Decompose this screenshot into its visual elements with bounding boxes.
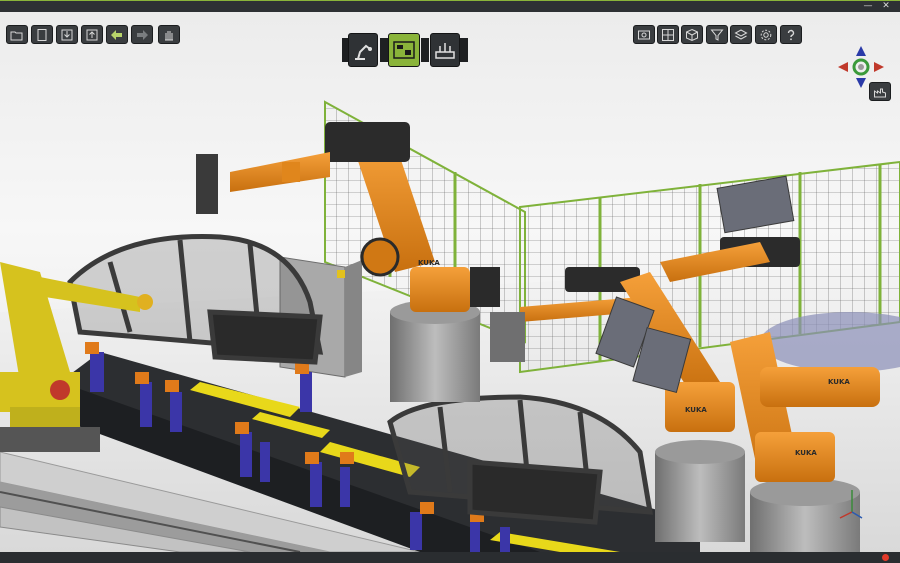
import-button[interactable] <box>56 25 78 44</box>
folder-open-icon <box>10 31 23 40</box>
filter-icon <box>710 29 724 41</box>
hand-icon <box>165 30 173 40</box>
simulation-icon <box>435 43 455 59</box>
kuka-label-rear: KUKA <box>795 449 817 457</box>
screenshot-button[interactable] <box>633 25 655 44</box>
undo-button[interactable] <box>106 25 128 44</box>
grid-icon <box>662 28 674 41</box>
robot-mode-button[interactable] <box>348 33 378 67</box>
export-button[interactable] <box>81 25 103 44</box>
close-button[interactable]: ✕ <box>880 1 892 12</box>
layers-button[interactable] <box>730 25 752 44</box>
robot-cell-scene: KUKA KUKA KUKA KUKA <box>0 100 900 552</box>
kuka-label-center: KUKA <box>418 259 440 267</box>
minimize-button[interactable]: — <box>862 1 874 12</box>
nav-right-arrow-icon[interactable] <box>874 62 884 72</box>
redo-button[interactable] <box>131 25 153 44</box>
export-icon <box>86 29 98 40</box>
camera-icon <box>638 30 650 39</box>
arrow-left-icon <box>111 29 122 40</box>
mode-separator-1 <box>380 38 388 62</box>
question-icon <box>787 29 795 40</box>
gear-icon <box>760 29 772 40</box>
recording-indicator <box>882 554 889 561</box>
open-folder-button[interactable] <box>6 25 28 44</box>
simulation-mode-button[interactable] <box>430 33 460 67</box>
nav-up-arrow-icon[interactable] <box>856 46 866 56</box>
kuka-label-right: KUKA <box>685 406 707 414</box>
kuka-label-far: KUKA <box>828 378 850 386</box>
mode-switch-right-cap <box>460 38 468 62</box>
cube-icon <box>686 28 698 41</box>
nav-down-arrow-icon[interactable] <box>856 78 866 88</box>
application-window: — ✕ KUKA KUKA KUKA KUKA <box>0 0 900 563</box>
title-bar: — ✕ <box>0 0 900 12</box>
help-button[interactable] <box>780 25 802 44</box>
cell-layout-icon <box>393 41 415 59</box>
import-icon <box>61 29 73 40</box>
settings-button[interactable] <box>755 25 777 44</box>
robot-arm-icon <box>355 44 372 60</box>
layers-icon <box>734 28 748 40</box>
nav-center-icon <box>858 64 864 70</box>
3d-viewport[interactable]: KUKA KUKA KUKA KUKA <box>0 12 900 552</box>
object-button[interactable] <box>681 25 703 44</box>
cell-layout-mode-button[interactable] <box>388 33 420 67</box>
factory-icon <box>874 88 886 97</box>
factory-view-button[interactable] <box>869 82 891 101</box>
save-button[interactable] <box>31 25 53 44</box>
grid-view-button[interactable] <box>657 25 679 44</box>
nav-left-arrow-icon[interactable] <box>838 62 848 72</box>
status-bar <box>0 552 900 563</box>
filter-button[interactable] <box>706 25 728 44</box>
mode-separator-2 <box>421 38 429 62</box>
arrow-right-icon <box>137 29 148 40</box>
hand-tool-button[interactable] <box>158 25 180 44</box>
document-icon <box>37 28 47 41</box>
